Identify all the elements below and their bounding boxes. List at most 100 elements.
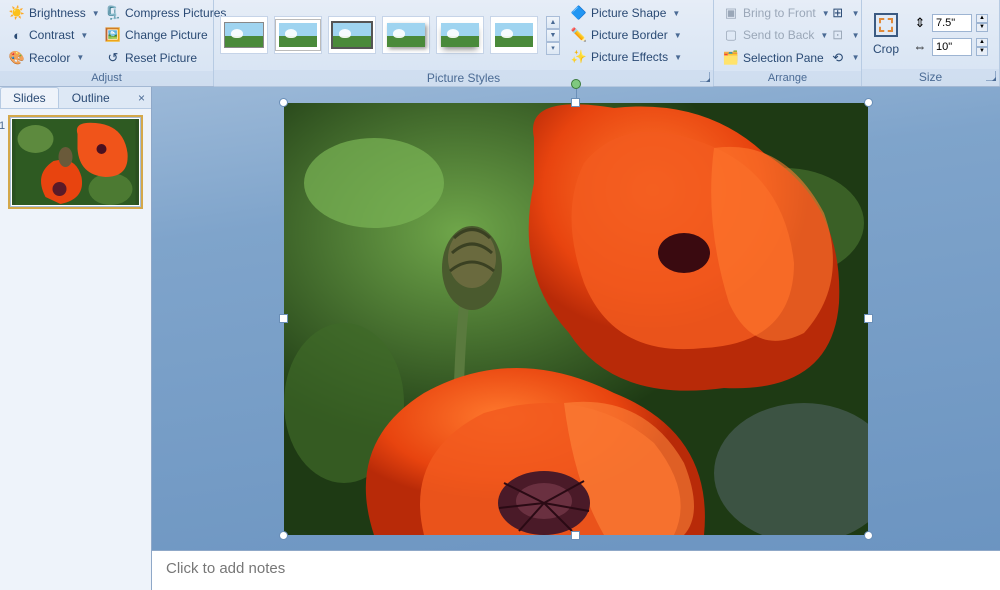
height-icon: ⇕ (912, 15, 928, 31)
resize-handle-bl[interactable] (279, 531, 288, 540)
selected-picture[interactable] (284, 103, 868, 535)
dropdown-icon: ▼ (80, 31, 88, 40)
style-thumb[interactable] (274, 16, 322, 54)
rotate-icon: ⟲ (830, 50, 846, 66)
contrast-button[interactable]: ◐Contrast▼ (4, 24, 100, 46)
height-input[interactable] (932, 14, 972, 32)
resize-handle-l[interactable] (279, 314, 288, 323)
shape-icon: 🔷 (571, 5, 587, 21)
dropdown-icon: ▼ (674, 31, 682, 40)
ribbon: ☀️ Brightness ▼ ◐Contrast▼ 🎨 Recolor ▼ 🗜️ Com… (0, 0, 1000, 87)
crop-button[interactable]: Crop (868, 39, 904, 59)
width-spinner: ⇔ ▲▼ (912, 38, 988, 56)
gallery-down-button[interactable]: ▼ (546, 29, 560, 42)
group-objects-button[interactable]: ⊡▼ (827, 24, 863, 46)
style-thumb[interactable] (382, 16, 430, 54)
change-picture-button[interactable]: 🖼️Change Picture (100, 24, 231, 46)
compress-label: Compress Pictures (125, 6, 226, 20)
align-icon: ⊞ (830, 5, 846, 21)
change-label: Change Picture (125, 28, 208, 42)
dropdown-icon: ▼ (852, 31, 860, 40)
brightness-label: Brightness (29, 6, 86, 20)
align-button[interactable]: ⊞▼ (827, 2, 863, 24)
rotate-handle[interactable] (571, 79, 581, 89)
pane-tabs: Slides Outline × (0, 87, 151, 109)
tab-outline[interactable]: Outline (59, 87, 123, 108)
group-arrange: ▣ Bring to Front ▼ ▢Send to Back▼ 🗂️Select… (714, 0, 862, 86)
effects-label: Picture Effects (591, 50, 668, 64)
resize-handle-br[interactable] (864, 531, 873, 540)
crop-icon (874, 13, 898, 37)
dropdown-icon: ▼ (76, 53, 84, 62)
picture-shape-button[interactable]: 🔷Picture Shape▼ (566, 2, 687, 24)
work-area: Slides Outline × 1 (0, 87, 1000, 590)
resize-handle-t[interactable] (571, 98, 580, 107)
spin-down[interactable]: ▼ (976, 47, 988, 56)
group-label-arrange: Arrange (714, 71, 861, 86)
group-size: Crop ⇕ ▲▼ ⇔ ▲▼ Size (862, 0, 1000, 86)
reset-icon: ↺ (105, 50, 121, 66)
notes-pane[interactable]: Click to add notes (152, 550, 1000, 590)
poppy-svg (284, 103, 868, 535)
picture-border-button[interactable]: ✏️ Picture Border ▼ (566, 24, 687, 46)
width-input[interactable] (932, 38, 972, 56)
selection-pane-button[interactable]: 🗂️Selection Pane (718, 47, 835, 69)
recolor-icon: 🎨 (9, 50, 25, 66)
brightness-button[interactable]: ☀️ Brightness ▼ (4, 2, 100, 24)
close-pane-button[interactable]: × (138, 91, 145, 108)
slide-thumbnail[interactable]: 1 (10, 117, 141, 207)
style-gallery: ▲ ▼ ▾ (218, 13, 562, 58)
slide-number: 1 (0, 120, 5, 132)
style-thumb[interactable] (328, 16, 376, 54)
slides-pane: Slides Outline × 1 (0, 87, 152, 590)
compress-icon: 🗜️ (105, 5, 121, 21)
reset-label: Reset Picture (125, 51, 197, 65)
pane-label: Selection Pane (743, 51, 824, 65)
picture-effects-button[interactable]: ✨ Picture Effects ▼ (566, 46, 687, 68)
slide-canvas[interactable] (152, 87, 1000, 550)
front-label: Bring to Front (743, 6, 816, 20)
effects-icon: ✨ (571, 49, 587, 65)
picture-content (284, 103, 868, 535)
group-adjust: ☀️Brightness▼ ◐Contrast▼ 🎨Recolor▼ 🗜️Com… (0, 0, 214, 86)
recolor-label: Recolor (29, 51, 70, 65)
back-label: Send to Back (743, 28, 814, 42)
brightness-icon: ☀️ (9, 5, 25, 21)
dropdown-icon: ▼ (852, 53, 860, 62)
tab-slides[interactable]: Slides (0, 87, 59, 108)
gallery-more-button[interactable]: ▾ (546, 42, 560, 55)
resize-handle-r[interactable] (864, 314, 873, 323)
group-label-size: Size (862, 69, 999, 86)
group-label-adjust: Adjust (0, 71, 213, 86)
dialog-launcher[interactable] (986, 71, 996, 81)
recolor-button[interactable]: 🎨 Recolor ▼ (4, 47, 100, 69)
dropdown-icon: ▼ (674, 53, 682, 62)
group-picture-styles: ▲ ▼ ▾ 🔷Picture Shape▼ ✏️Picture Border▼ … (214, 0, 714, 86)
shape-label: Picture Shape (591, 6, 666, 20)
spin-up[interactable]: ▲ (976, 14, 988, 23)
editor-area: Click to add notes (152, 87, 1000, 590)
resize-handle-b[interactable] (571, 531, 580, 540)
reset-picture-button[interactable]: ↺ Reset Picture (100, 47, 231, 69)
front-icon: ▣ (723, 5, 739, 21)
style-thumb[interactable] (490, 16, 538, 54)
dropdown-icon: ▼ (92, 9, 100, 18)
spin-up[interactable]: ▲ (976, 38, 988, 47)
height-spinner: ⇕ ▲▼ (912, 14, 988, 32)
border-icon: ✏️ (571, 27, 587, 43)
dialog-launcher[interactable] (700, 72, 710, 82)
spin-down[interactable]: ▼ (976, 23, 988, 32)
gallery-up-button[interactable]: ▲ (546, 16, 560, 29)
rotate-button[interactable]: ⟲▼ (827, 47, 863, 69)
thumbnail-list: 1 (0, 109, 151, 590)
dropdown-icon: ▼ (852, 9, 860, 18)
send-to-back-button[interactable]: ▢Send to Back▼ (718, 24, 835, 46)
resize-handle-tl[interactable] (279, 98, 288, 107)
style-thumb[interactable] (436, 16, 484, 54)
compress-pictures-button[interactable]: 🗜️ Compress Pictures (100, 2, 231, 24)
poppy-thumb-svg (12, 119, 139, 205)
resize-handle-tr[interactable] (864, 98, 873, 107)
border-label: Picture Border (591, 28, 668, 42)
bring-to-front-button[interactable]: ▣Bring to Front▼ (718, 2, 835, 24)
style-thumb[interactable] (220, 16, 268, 54)
